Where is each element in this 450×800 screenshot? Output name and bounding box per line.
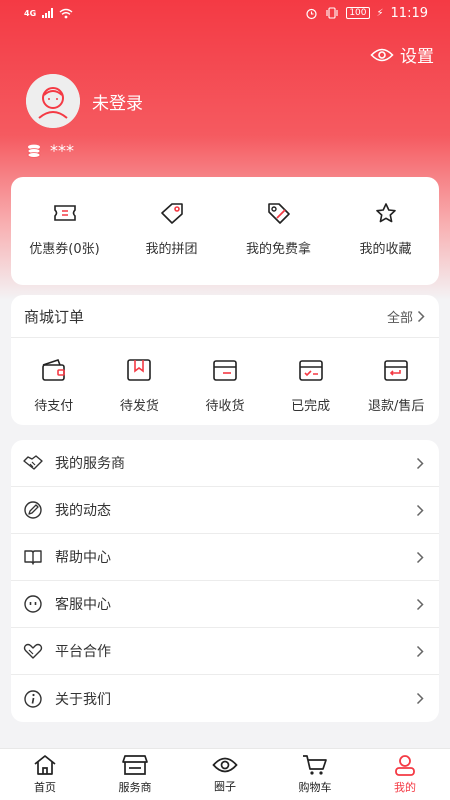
box-icon — [213, 360, 237, 381]
tab-profile[interactable]: 我的 — [360, 749, 450, 800]
cart-icon — [303, 755, 327, 775]
quick-access-card: 优惠券(0张) 我的拼团 我的免费拿 我的收藏 — [11, 177, 439, 285]
wallet-icon — [41, 359, 65, 381]
tab-service-provider[interactable]: 服务商 — [90, 749, 180, 800]
tab-circle[interactable]: 圈子 — [180, 749, 270, 800]
partner-heart-icon — [23, 641, 43, 661]
orders-title: 商城订单 — [24, 307, 85, 326]
eye-icon — [370, 48, 394, 61]
chevron-right-icon — [416, 598, 424, 610]
coupon-icon — [53, 205, 76, 221]
pen-icon — [23, 500, 43, 520]
chevron-right-icon — [417, 310, 425, 322]
info-icon — [23, 689, 43, 709]
order-pending-shipment[interactable]: 待发货 — [97, 338, 183, 424]
tab-label: 服务商 — [118, 781, 152, 794]
star-icon — [375, 203, 396, 223]
orders-view-all[interactable]: 全部 — [387, 307, 425, 326]
chevron-right-icon — [416, 504, 424, 516]
box-return-icon — [384, 360, 408, 381]
quick-item-free[interactable]: 我的免费拿 — [225, 177, 332, 285]
book-icon — [23, 547, 43, 567]
quick-item-favorites[interactable]: 我的收藏 — [332, 177, 439, 285]
order-label: 待支付 — [34, 399, 74, 414]
quick-label: 我的收藏 — [359, 242, 412, 257]
quick-item-group-buy[interactable]: 我的拼团 — [118, 177, 225, 285]
alarm-icon — [306, 8, 317, 19]
order-label: 待发货 — [119, 399, 159, 414]
quick-label: 我的拼团 — [145, 242, 198, 257]
order-pending-receipt[interactable]: 待收货 — [182, 338, 268, 424]
coins-icon — [27, 144, 41, 158]
menu-label: 平台合作 — [55, 644, 111, 660]
menu-item-partnership[interactable]: 平台合作 — [11, 628, 439, 675]
orders-all-label: 全部 — [386, 310, 413, 326]
menu-label: 我的动态 — [55, 503, 111, 519]
tab-label: 首页 — [34, 781, 56, 794]
menu-item-service-provider[interactable]: 我的服务商 — [11, 440, 439, 487]
settings-label: 设置 — [400, 47, 434, 67]
chevron-right-icon — [416, 645, 424, 657]
battery-level: 100 — [346, 7, 370, 19]
order-pending-payment[interactable]: 待支付 — [11, 338, 97, 424]
menu-label: 我的服务商 — [55, 456, 125, 472]
menu-label: 关于我们 — [55, 691, 111, 708]
order-label: 待收货 — [205, 399, 245, 414]
profile-icon — [395, 755, 415, 776]
tab-label: 圈子 — [214, 780, 236, 793]
store-icon — [122, 755, 148, 775]
menu-item-help-center[interactable]: 帮助中心 — [11, 534, 439, 581]
tab-label: 购物车 — [298, 781, 332, 794]
home-icon — [34, 755, 56, 775]
chevron-right-icon — [416, 692, 424, 705]
order-completed[interactable]: 已完成 — [268, 338, 354, 424]
menu-item-my-posts[interactable]: 我的动态 — [11, 487, 439, 534]
tag-icon — [160, 203, 183, 224]
orders-card: 商城订单 全部 待支付 待发货 待收货 已完成 退款/售后 — [11, 295, 439, 425]
order-refund[interactable]: 退款/售后 — [353, 338, 439, 424]
chevron-right-icon — [416, 551, 424, 563]
order-label: 退款/售后 — [367, 399, 425, 414]
quick-label: 我的免费拿 — [245, 242, 311, 257]
order-label: 已完成 — [291, 399, 331, 414]
menu-item-about-us[interactable]: 关于我们 — [11, 675, 439, 722]
points-display[interactable]: *** — [26, 141, 74, 160]
avatar[interactable] — [26, 74, 80, 128]
package-icon — [127, 359, 152, 381]
menu-list: 我的服务商 我的动态 帮助中心 客服中心 平台合作 关于我们 — [11, 440, 439, 722]
free-tag-icon — [267, 203, 290, 224]
menu-item-customer-service[interactable]: 客服中心 — [11, 581, 439, 628]
network-type: 4G — [24, 8, 37, 18]
chat-icon — [23, 594, 43, 614]
signal-icon — [42, 8, 54, 18]
login-status[interactable]: 未登录 — [92, 89, 143, 114]
status-bar: 4G 100 ⚡ 11:19 — [0, 0, 450, 26]
vibrate-icon — [326, 7, 338, 19]
settings-button[interactable]: 设置 — [370, 42, 434, 67]
points-value: *** — [50, 141, 74, 160]
eye-icon — [212, 757, 238, 773]
orders-header: 商城订单 全部 — [11, 295, 439, 338]
user-avatar-icon — [26, 74, 80, 128]
quick-label: 优惠券(0张) — [29, 242, 100, 257]
quick-item-coupons[interactable]: 优惠券(0张) — [11, 177, 118, 285]
tab-home[interactable]: 首页 — [0, 749, 90, 800]
menu-label: 帮助中心 — [55, 550, 111, 566]
tab-label: 我的 — [394, 781, 416, 794]
bottom-tab-bar: 首页 服务商 圈子 购物车 我的 — [0, 748, 450, 800]
box-check-icon — [298, 360, 323, 381]
wifi-icon — [59, 8, 73, 18]
clock: 11:19 — [390, 5, 428, 21]
tab-cart[interactable]: 购物车 — [270, 749, 360, 800]
charging-icon: ⚡ — [376, 7, 384, 19]
menu-label: 客服中心 — [55, 597, 111, 613]
handshake-icon — [23, 453, 43, 473]
chevron-right-icon — [416, 457, 424, 469]
